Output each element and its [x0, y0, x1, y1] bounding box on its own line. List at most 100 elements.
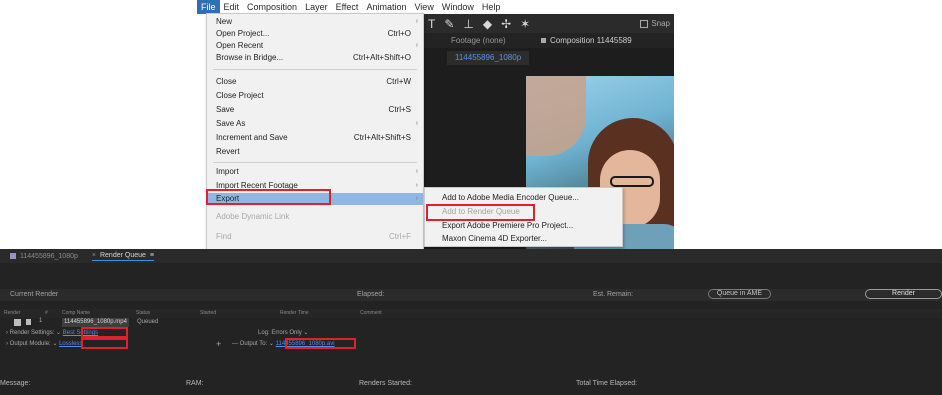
output-module-callout-box	[81, 338, 128, 349]
total-time-elapsed-label: Total Time Elapsed:	[576, 380, 638, 387]
dropdown-arrow-icon[interactable]: ⌄	[303, 330, 308, 336]
menu-item-find[interactable]: Find Ctrl+F	[207, 231, 423, 243]
tab-composition-label: Composition 11445589	[550, 36, 632, 45]
roto-brush-tool-icon[interactable]: ✢	[501, 17, 511, 31]
viewer-panel-tabs: Footage (none) Composition 11445589	[423, 33, 674, 48]
menu-item-import[interactable]: Import ›	[207, 166, 423, 178]
export-submenu: Add to Adobe Media Encoder Queue... Add …	[424, 187, 623, 247]
render-queue-tab-bar: 114455896_1080p × Render Queue ≡	[0, 249, 942, 263]
submenu-item-add-to-render-queue[interactable]: Add to Render Queue	[425, 206, 622, 218]
menu-item-increment-and-save[interactable]: Increment and Save Ctrl+Alt+Shift+S	[207, 132, 423, 144]
chevron-right-icon: ›	[415, 42, 418, 49]
render-status-bar: Message: RAM: Renders Started: Total Tim…	[0, 379, 942, 391]
snap-label: Snap	[651, 19, 670, 28]
submenu-item-add-to-media-encoder[interactable]: Add to Adobe Media Encoder Queue...	[425, 192, 622, 204]
tab-render-queue-label: Render Queue	[99, 251, 146, 259]
menu-bar: File Edit Composition Layer Effect Anima…	[197, 0, 504, 14]
render-checkbox[interactable]	[14, 319, 21, 326]
render-queue-header: Render # Comp Name Status Started Render…	[0, 309, 942, 318]
item-status: Queued	[137, 319, 159, 325]
dropdown-arrow-icon[interactable]: ⌄	[269, 341, 274, 347]
chevron-right-icon: ›	[415, 195, 418, 202]
menu-item-revert[interactable]: Revert	[207, 146, 423, 158]
menu-item-close[interactable]: Close Ctrl+W	[207, 76, 423, 88]
expand-arrow-icon[interactable]: ›	[6, 330, 8, 336]
menu-item-save-as[interactable]: Save As ›	[207, 118, 423, 130]
eraser-tool-icon[interactable]: ◆	[483, 17, 492, 31]
tab-composition[interactable]: Composition 11445589	[541, 36, 632, 45]
menu-item-export[interactable]: Export ›	[207, 193, 423, 205]
item-number: 1	[39, 318, 43, 324]
snap-toggle[interactable]: Snap	[640, 19, 670, 28]
queue-in-ame-button[interactable]: Queue in AME	[708, 289, 771, 299]
menu-effect[interactable]: Effect	[332, 0, 363, 14]
render-queue-item[interactable]: 1 114455896_1080p.mp4 Queued	[0, 318, 942, 327]
menu-window[interactable]: Window	[438, 0, 478, 14]
header-comp-name: Comp Name	[62, 310, 91, 316]
dropdown-arrow-icon[interactable]: ⌄	[56, 330, 61, 336]
menu-animation[interactable]: Animation	[362, 0, 410, 14]
tab-composition-timeline[interactable]: 114455896_1080p	[0, 253, 78, 260]
clone-stamp-tool-icon[interactable]: ⊥	[463, 17, 473, 31]
chevron-right-icon: ›	[415, 18, 418, 25]
tab-footage[interactable]: Footage (none)	[423, 36, 541, 45]
log-value[interactable]: Errors Only	[271, 330, 301, 336]
menu-item-browse-in-bridge[interactable]: Browse in Bridge... Ctrl+Alt+Shift+O	[207, 52, 423, 64]
menu-item-save[interactable]: Save Ctrl+S	[207, 104, 423, 116]
menu-item-adobe-dynamic-link[interactable]: Adobe Dynamic Link	[207, 211, 423, 223]
item-comp-name[interactable]: 114455896_1080p.mp4	[62, 318, 129, 327]
brush-tool-icon[interactable]: ✎	[444, 17, 454, 31]
menu-item-open-recent[interactable]: Open Recent ›	[207, 40, 423, 52]
puppet-pin-tool-icon[interactable]: ✶	[520, 17, 530, 31]
est-remain-label: Est. Remain:	[593, 291, 634, 298]
output-module-value[interactable]: Lossless	[59, 341, 82, 347]
header-render: Render	[4, 310, 21, 316]
header-started: Started	[200, 310, 217, 316]
menu-item-open-project[interactable]: Open Project... Ctrl+O	[207, 28, 423, 40]
tab-render-queue[interactable]: × Render Queue ≡	[91, 251, 154, 261]
header-number: #	[45, 310, 48, 316]
remove-output-icon[interactable]: —	[232, 341, 238, 347]
submenu-item-cinema-4d-exporter[interactable]: Maxon Cinema 4D Exporter...	[425, 233, 622, 245]
render-button[interactable]: Render	[865, 289, 942, 299]
menu-item-import-recent-footage[interactable]: Import Recent Footage ›	[207, 180, 423, 192]
menu-view[interactable]: View	[410, 0, 437, 14]
type-tool-icon[interactable]: T	[428, 17, 435, 31]
image-arm-shape	[526, 76, 586, 156]
menu-edit[interactable]: Edit	[220, 0, 244, 14]
render-settings-value[interactable]: Best Settings	[63, 330, 98, 336]
header-comment: Comment	[360, 310, 382, 316]
message-label: Message:	[0, 380, 31, 387]
snap-checkbox[interactable]	[640, 19, 649, 28]
label-color-swatch[interactable]	[26, 319, 31, 325]
current-render-label: Current Render	[10, 291, 59, 298]
header-render-time: Render Time	[280, 310, 309, 316]
output-module-label: Output Module:	[9, 341, 51, 347]
composition-name-tab[interactable]: 114455896_1080p	[447, 51, 530, 65]
tab-composition-label: 114455896_1080p	[20, 252, 78, 260]
elapsed-label: Elapsed:	[357, 291, 385, 298]
menu-separator	[213, 69, 417, 70]
output-module-row: › Output Module: ⌄ Lossless	[6, 340, 82, 347]
menu-file[interactable]: File	[197, 0, 220, 14]
composition-icon	[541, 38, 546, 43]
chevron-right-icon: ›	[415, 120, 418, 127]
log-row: Log: Errors Only ⌄	[258, 329, 308, 336]
panel-menu-icon[interactable]: ≡	[150, 252, 154, 259]
menu-composition[interactable]: Composition	[243, 0, 301, 14]
tools-toolbar: T ✎ ⊥ ◆ ✢ ✶ Snap	[423, 14, 674, 33]
menu-layer[interactable]: Layer	[301, 0, 332, 14]
output-to-row: — Output To: ⌄ 114455896_1080p.avi	[232, 340, 335, 347]
menu-help[interactable]: Help	[478, 0, 505, 14]
submenu-item-export-premiere-project[interactable]: Export Adobe Premiere Pro Project...	[425, 220, 622, 232]
render-settings-label: Render Settings:	[9, 330, 55, 336]
add-output-module-icon[interactable]: +	[216, 339, 221, 349]
close-icon[interactable]: ×	[92, 252, 96, 259]
renders-started-label: Renders Started:	[359, 380, 412, 387]
output-to-value[interactable]: 114455896_1080p.avi	[276, 341, 335, 347]
current-render-bar: Current Render Elapsed: Est. Remain:	[0, 289, 942, 301]
menu-item-new[interactable]: New ›	[207, 16, 423, 28]
expand-arrow-icon[interactable]: ›	[6, 341, 8, 347]
dropdown-arrow-icon[interactable]: ⌄	[52, 341, 57, 347]
menu-item-close-project[interactable]: Close Project	[207, 90, 423, 102]
